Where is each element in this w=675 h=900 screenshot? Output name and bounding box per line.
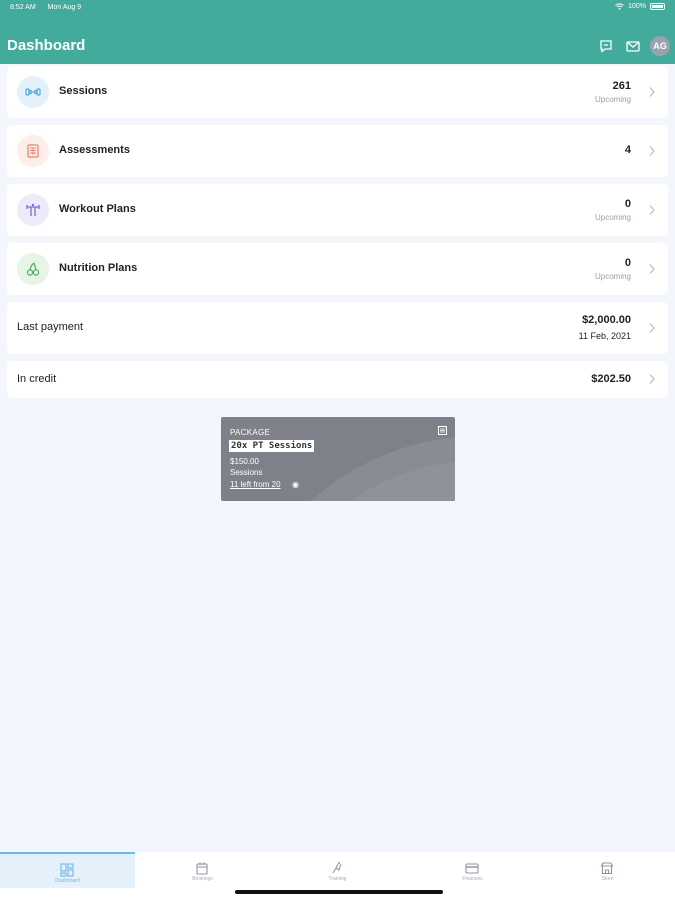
workout-plans-count: 0 [624, 198, 631, 210]
assessments-label: Assessments [59, 144, 130, 156]
chevron-right-icon [649, 146, 655, 156]
tab-bookings[interactable]: Bookings [135, 852, 270, 888]
app-header: 8:52 AM Mon Aug 9 100% Dashboard AG [0, 0, 675, 64]
home-indicator [235, 890, 443, 894]
dumbbell-icon [17, 76, 49, 108]
tab-label: Bookings [192, 876, 213, 882]
sessions-sub: Upcoming [594, 95, 631, 104]
training-icon [332, 862, 342, 874]
tab-label: Dashboard [55, 878, 80, 884]
grid-icon[interactable] [438, 426, 447, 435]
chevron-right-icon [649, 205, 655, 215]
assessments-card[interactable]: Assessments 4 [7, 125, 668, 177]
battery-icon [650, 3, 665, 10]
tab-store[interactable]: Store [540, 852, 675, 888]
last-payment-card[interactable]: Last payment $2,000.00 11 Feb, 2021 [7, 302, 668, 354]
chevron-right-icon [649, 87, 655, 97]
wifi-icon [615, 3, 624, 10]
tab-label: Training [328, 876, 347, 882]
card-icon [465, 863, 479, 874]
last-payment-date: 11 Feb, 2021 [578, 331, 631, 341]
chevron-right-icon [649, 323, 655, 333]
chat-icon[interactable] [598, 38, 614, 54]
nutrition-plans-label: Nutrition Plans [59, 262, 138, 274]
tab-finances[interactable]: Finances [405, 852, 540, 888]
package-card[interactable]: PACKAGE 20x PT Sessions $150.00 Sessions… [221, 417, 455, 501]
sessions-label: Sessions [59, 85, 108, 97]
tab-label: Finances [462, 876, 483, 882]
status-bar: 8:52 AM Mon Aug 9 100% [0, 0, 675, 16]
package-unit: Sessions [230, 468, 263, 477]
package-type: PACKAGE [230, 428, 271, 437]
nutrition-plans-card[interactable]: Nutrition Plans 0 Upcoming [7, 243, 668, 295]
chevron-right-icon [649, 374, 655, 384]
tab-label: Store [601, 876, 614, 882]
assessments-count: 4 [624, 144, 631, 156]
credit-label: In credit [17, 373, 57, 385]
last-payment-label: Last payment [17, 321, 84, 333]
package-name: 20x PT Sessions [229, 440, 315, 452]
workout-plans-label: Workout Plans [59, 203, 136, 215]
cherries-icon [17, 253, 49, 285]
tab-dashboard[interactable]: Dashboard [0, 852, 135, 888]
credit-card[interactable]: In credit $202.50 [7, 361, 668, 398]
sessions-card[interactable]: Sessions 261 Upcoming [7, 66, 668, 118]
workout-plans-card[interactable]: Workout Plans 0 Upcoming [7, 184, 668, 236]
nutrition-plans-sub: Upcoming [594, 272, 631, 281]
package-price: $150.00 [230, 457, 259, 466]
clipboard-icon [17, 135, 49, 167]
eye-icon[interactable]: ◉ [292, 480, 299, 489]
battery-percent: 100% [628, 3, 646, 10]
credit-amount: $202.50 [591, 373, 631, 385]
package-remaining-link[interactable]: 11 left from 20 [230, 480, 281, 489]
avatar[interactable]: AG [650, 36, 670, 56]
store-icon [600, 862, 614, 875]
calendar-icon [196, 862, 208, 875]
page-title: Dashboard [7, 37, 86, 54]
mail-icon[interactable] [625, 38, 641, 54]
workout-icon [17, 194, 49, 226]
last-payment-amount: $2,000.00 [582, 314, 631, 326]
tab-training[interactable]: Training [270, 852, 405, 888]
workout-plans-sub: Upcoming [594, 213, 631, 222]
nutrition-plans-count: 0 [624, 257, 631, 269]
dashboard-icon [60, 863, 74, 877]
status-date: Mon Aug 9 [47, 4, 82, 11]
status-time: 8:52 AM [10, 4, 36, 11]
sessions-count: 261 [612, 80, 631, 92]
chevron-right-icon [649, 264, 655, 274]
